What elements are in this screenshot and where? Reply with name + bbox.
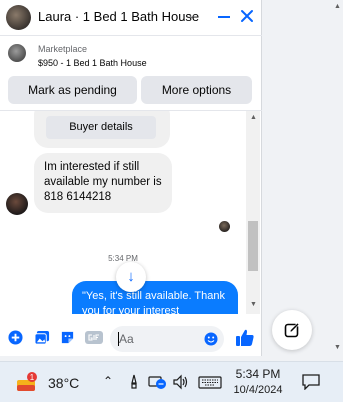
mark-as-pending-button[interactable]: Mark as pending (8, 76, 137, 104)
sender-avatar (6, 193, 28, 215)
listing-thumbnail (8, 44, 26, 62)
scroll-to-bottom-button[interactable]: ↓ (116, 262, 146, 292)
close-icon[interactable] (240, 8, 254, 24)
windows-taskbar: 1 38°C ⌃ 5:34 PM 10/4/2024 (0, 361, 343, 402)
thumbs-up-icon[interactable] (236, 329, 254, 346)
chat-title[interactable]: Laura · 1 Bed 1 Bath House (38, 9, 199, 24)
page-scrollbar[interactable]: ▲ ▼ (331, 0, 343, 356)
emoji-icon[interactable] (204, 332, 218, 346)
chevron-down-icon[interactable]: ⌄ (187, 8, 196, 21)
more-options-button[interactable]: More options (141, 76, 252, 104)
scroll-down-arrow-icon[interactable]: ▼ (250, 301, 257, 308)
page-scroll-up-icon[interactable]: ▲ (334, 3, 341, 10)
clock-time[interactable]: 5:34 PM (232, 367, 284, 381)
network-tray-icon[interactable] (148, 374, 168, 390)
buyer-details-button[interactable]: Buyer details (46, 116, 156, 139)
chat-window: Laura · 1 Bed 1 Bath House ⌄ Marketplace… (0, 0, 262, 356)
minimize-icon[interactable] (218, 16, 230, 18)
scroll-up-arrow-icon[interactable]: ▲ (250, 114, 257, 121)
keyboard-icon[interactable] (198, 374, 222, 390)
listing-bar[interactable]: Marketplace $950 - 1 Bed 1 Bath House (0, 37, 262, 72)
new-message-button[interactable] (272, 310, 312, 350)
pen-tray-icon[interactable] (126, 374, 142, 390)
message-timestamp: 5:34 PM (108, 254, 138, 263)
chat-header: Laura · 1 Bed 1 Bath House ⌄ (0, 0, 262, 36)
outgoing-message: "Yes, it's still available. Thank you fo… (72, 281, 238, 314)
plus-circle-icon[interactable] (8, 330, 23, 345)
chevron-up-icon[interactable]: ⌃ (103, 374, 113, 388)
message-input[interactable]: Aa (110, 326, 224, 352)
temperature[interactable]: 38°C (48, 375, 79, 391)
incoming-message: Im interested if still available my numb… (34, 153, 172, 213)
photo-icon[interactable] (35, 330, 50, 345)
scrollbar-thumb[interactable] (248, 221, 258, 271)
page-scroll-down-icon[interactable]: ▼ (334, 344, 341, 351)
volume-icon[interactable] (173, 374, 189, 390)
read-receipt-avatar (219, 221, 230, 232)
weather-badge: 1 (30, 373, 35, 382)
compose-icon (284, 322, 300, 338)
gif-icon[interactable] (85, 330, 103, 345)
weather-icon[interactable]: 1 (16, 372, 38, 392)
message-input-placeholder: Aa (119, 332, 134, 346)
listing-item: $950 - 1 Bed 1 Bath House (38, 58, 147, 68)
message-scrollbar[interactable]: ▲ ▼ (246, 111, 260, 314)
message-list[interactable]: Buyer details Im interested if still ava… (0, 111, 246, 314)
sticker-icon[interactable] (60, 330, 75, 345)
listing-source: Marketplace (38, 44, 88, 54)
notification-icon[interactable] (302, 374, 320, 390)
composer: Aa (0, 318, 262, 356)
contact-avatar[interactable] (6, 5, 31, 30)
clock-date[interactable]: 10/4/2024 (232, 384, 284, 396)
